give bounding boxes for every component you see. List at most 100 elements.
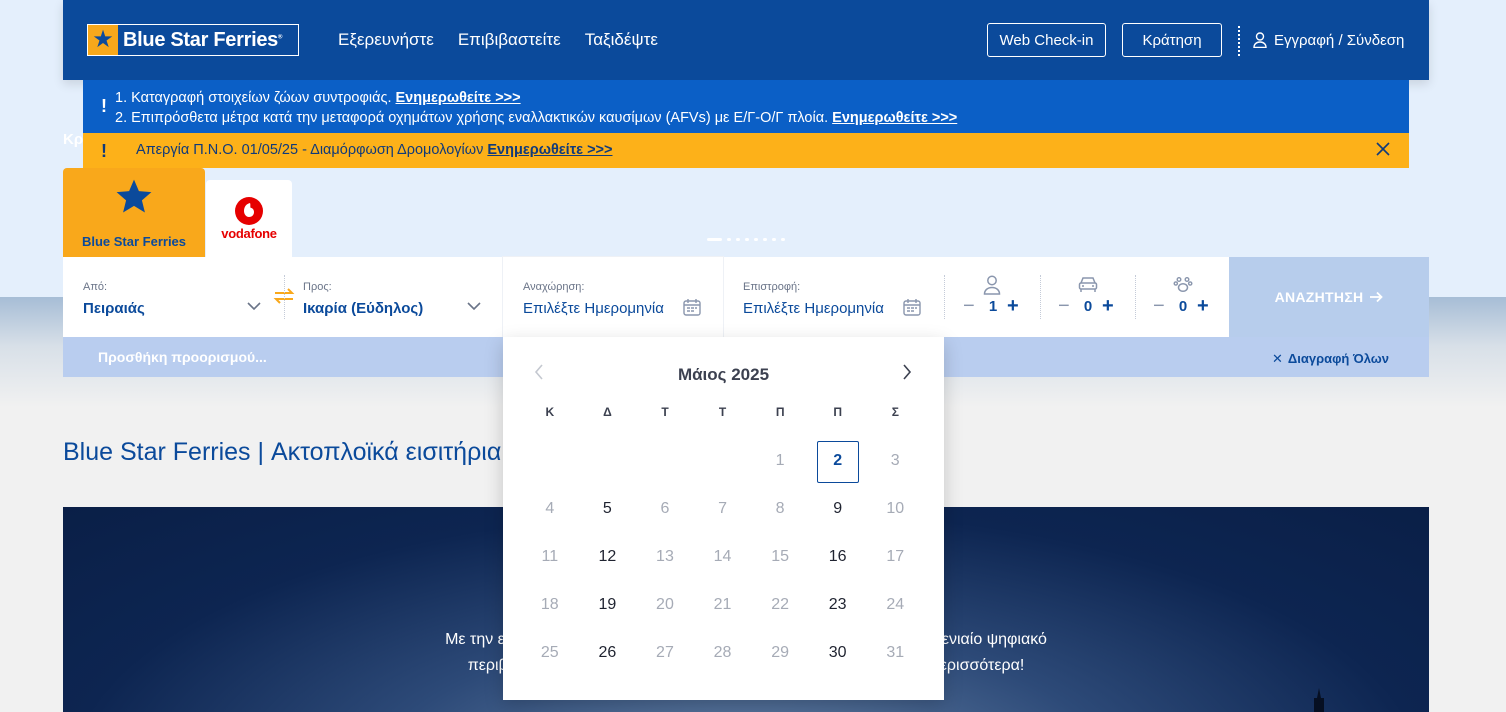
tab-bsf-label: Blue Star Ferries (81, 234, 187, 249)
calendar-day[interactable]: 12 (579, 533, 637, 581)
calendar-day[interactable]: 26 (579, 629, 637, 677)
nav-explore[interactable]: Εξερευνήστε (338, 30, 434, 50)
datepicker-popup: Μάιος 2025 Κ Δ Τ Τ Π Π Σ 1 2 3 4 5 6 7 8 9 10 11 12… (503, 337, 944, 700)
web-checkin-button[interactable]: Web Check-in (987, 23, 1106, 57)
calendar-day: 20 (656, 596, 674, 613)
vodafone-logo-icon (235, 197, 263, 225)
pets-increase-button[interactable]: + (1197, 295, 1209, 318)
notice-line2-link[interactable]: Ενημερωθείτε >>> (832, 110, 957, 126)
calendar-day: 18 (540, 596, 559, 613)
notice-line2: 2. Επιπρόσθετα μέτρα κατά την μεταφορά ο… (115, 110, 829, 126)
calendar-day: 22 (771, 596, 789, 613)
carousel-dots (707, 238, 790, 241)
carousel-dot[interactable] (772, 238, 776, 241)
booking-search-bar: Από: Πειραιάς Προς: Ικαρία (Εύδηλος) Ανα… (63, 257, 1429, 337)
calendar-day[interactable]: 9 (809, 485, 867, 533)
calendar-day: 11 (541, 548, 559, 565)
calendar-day: 14 (713, 548, 732, 565)
calendar-day: 24 (886, 596, 905, 613)
strike-alert-link[interactable]: Ενημερωθείτε >>> (487, 142, 612, 158)
carousel-dot[interactable] (736, 238, 740, 241)
notice-line1: 1. Καταγραφή στοιχείων ζώων συντροφιάς. (115, 90, 392, 106)
calendar-day: 17 (886, 548, 905, 565)
calendar-month: Μάιος 2025 (677, 365, 770, 384)
car-icon (1078, 277, 1098, 292)
from-value: Πειραιάς (83, 300, 145, 317)
calendar-day: 27 (656, 644, 674, 661)
chevron-right-icon[interactable] (901, 363, 913, 381)
carousel-dot[interactable] (781, 238, 785, 241)
user-icon (1253, 32, 1267, 48)
weekday-label: Τ (661, 405, 669, 419)
to-field[interactable]: Προς: Ικαρία (Εύδηλος) (285, 257, 490, 337)
close-icon[interactable] (1375, 141, 1391, 161)
exclamation-icon: ! (101, 96, 107, 116)
nav-board[interactable]: Επιβιβαστείτε (458, 30, 561, 50)
calendar-day-empty (521, 437, 579, 485)
return-field[interactable]: Επιστροφή: Επιλέξτε Ημερομηνία (723, 257, 943, 337)
clear-all-button[interactable]: ✕ Διαγραφή Όλων (1272, 351, 1389, 367)
from-label: Από: (83, 281, 108, 293)
login-link[interactable]: Εγγραφή / Σύνδεση (1253, 0, 1404, 80)
calendar-day: 25 (540, 644, 559, 661)
calendar-day-selected[interactable]: 2 (809, 437, 867, 485)
vehicles-count: 0 (1083, 298, 1093, 315)
search-button[interactable]: ΑΝΑΖΗΤΗΣΗ (1229, 257, 1429, 337)
arrow-right-icon (1370, 291, 1384, 303)
weekday-label: Π (833, 405, 843, 419)
weekday-label: Σ (891, 405, 899, 419)
tab-blue-star-ferries[interactable]: Blue Star Ferries (63, 168, 205, 257)
passengers-decrease-button[interactable]: − (963, 295, 975, 318)
brand-logo[interactable]: ★ Blue Star Ferries® (87, 24, 299, 56)
carousel-dot[interactable] (745, 238, 749, 241)
passengers-counter: − 1 + (945, 257, 1040, 337)
passengers-count: 1 (988, 298, 998, 315)
tab-vodafone[interactable]: vodafone (206, 180, 292, 257)
passenger-icon (983, 275, 1001, 295)
clear-all-label: Διαγραφή Όλων (1287, 351, 1389, 366)
chevron-down-icon (467, 302, 481, 311)
carousel-dot[interactable] (754, 238, 758, 241)
from-field[interactable]: Από: Πειραιάς (63, 257, 268, 337)
page-title: Blue Star Ferries | Ακτοπλοϊκά εισιτήρια (63, 438, 502, 466)
pets-decrease-button[interactable]: − (1153, 295, 1165, 318)
strike-alert-text: Απεργία Π.Ν.Ο. 01/05/25 - Διαμόρφωση Δρο… (136, 142, 484, 158)
calendar-day-empty (579, 437, 637, 485)
booking-button[interactable]: Κράτηση (1122, 23, 1222, 57)
nav-travel[interactable]: Ταξιδέψτε (585, 30, 658, 50)
weekday-label: Δ (603, 405, 612, 419)
hero-text-fragment: Κρ (63, 131, 84, 148)
calendar-icon (903, 299, 921, 316)
calendar-day: 8 (775, 500, 785, 517)
carousel-dot[interactable] (727, 238, 731, 241)
header-divider (1238, 26, 1240, 56)
weekday-label: Κ (545, 405, 555, 419)
departure-field[interactable]: Αναχώρηση: Επιλέξτε Ημερομηνία (503, 257, 723, 337)
calendar-day: 7 (718, 500, 727, 517)
star-icon (116, 179, 152, 213)
calendar-day: 21 (713, 596, 732, 613)
carousel-dot[interactable] (763, 238, 767, 241)
chevron-down-icon (247, 302, 261, 311)
vehicles-increase-button[interactable]: + (1102, 295, 1114, 318)
calendar-day: 4 (545, 500, 555, 517)
calendar-week-row: 18 19 20 21 22 23 24 (521, 581, 924, 629)
login-label: Εγγραφή / Σύνδεση (1274, 31, 1405, 49)
calendar-day[interactable]: 19 (579, 581, 637, 629)
pets-count: 0 (1178, 298, 1188, 315)
calendar-day[interactable]: 16 (809, 533, 867, 581)
carousel-dot[interactable] (707, 238, 722, 241)
passengers-increase-button[interactable]: + (1007, 295, 1019, 318)
calendar-day[interactable]: 30 (809, 629, 867, 677)
notice-line1-link[interactable]: Ενημερωθείτε >>> (396, 90, 521, 106)
brand-logo-text: Blue Star Ferries® (123, 28, 283, 51)
calendar-day: 28 (713, 644, 732, 661)
info-notice: ! 1. Καταγραφή στοιχείων ζώων συντροφιάς… (83, 80, 1409, 133)
exclamation-icon: ! (101, 141, 107, 161)
vehicles-counter: − 0 + (1040, 257, 1135, 337)
add-destination-link[interactable]: Προσθήκη προορισμού... (98, 349, 267, 365)
calendar-day: 6 (660, 500, 670, 517)
vehicles-decrease-button[interactable]: − (1058, 295, 1070, 318)
calendar-day[interactable]: 23 (809, 581, 867, 629)
calendar-day[interactable]: 5 (579, 485, 637, 533)
